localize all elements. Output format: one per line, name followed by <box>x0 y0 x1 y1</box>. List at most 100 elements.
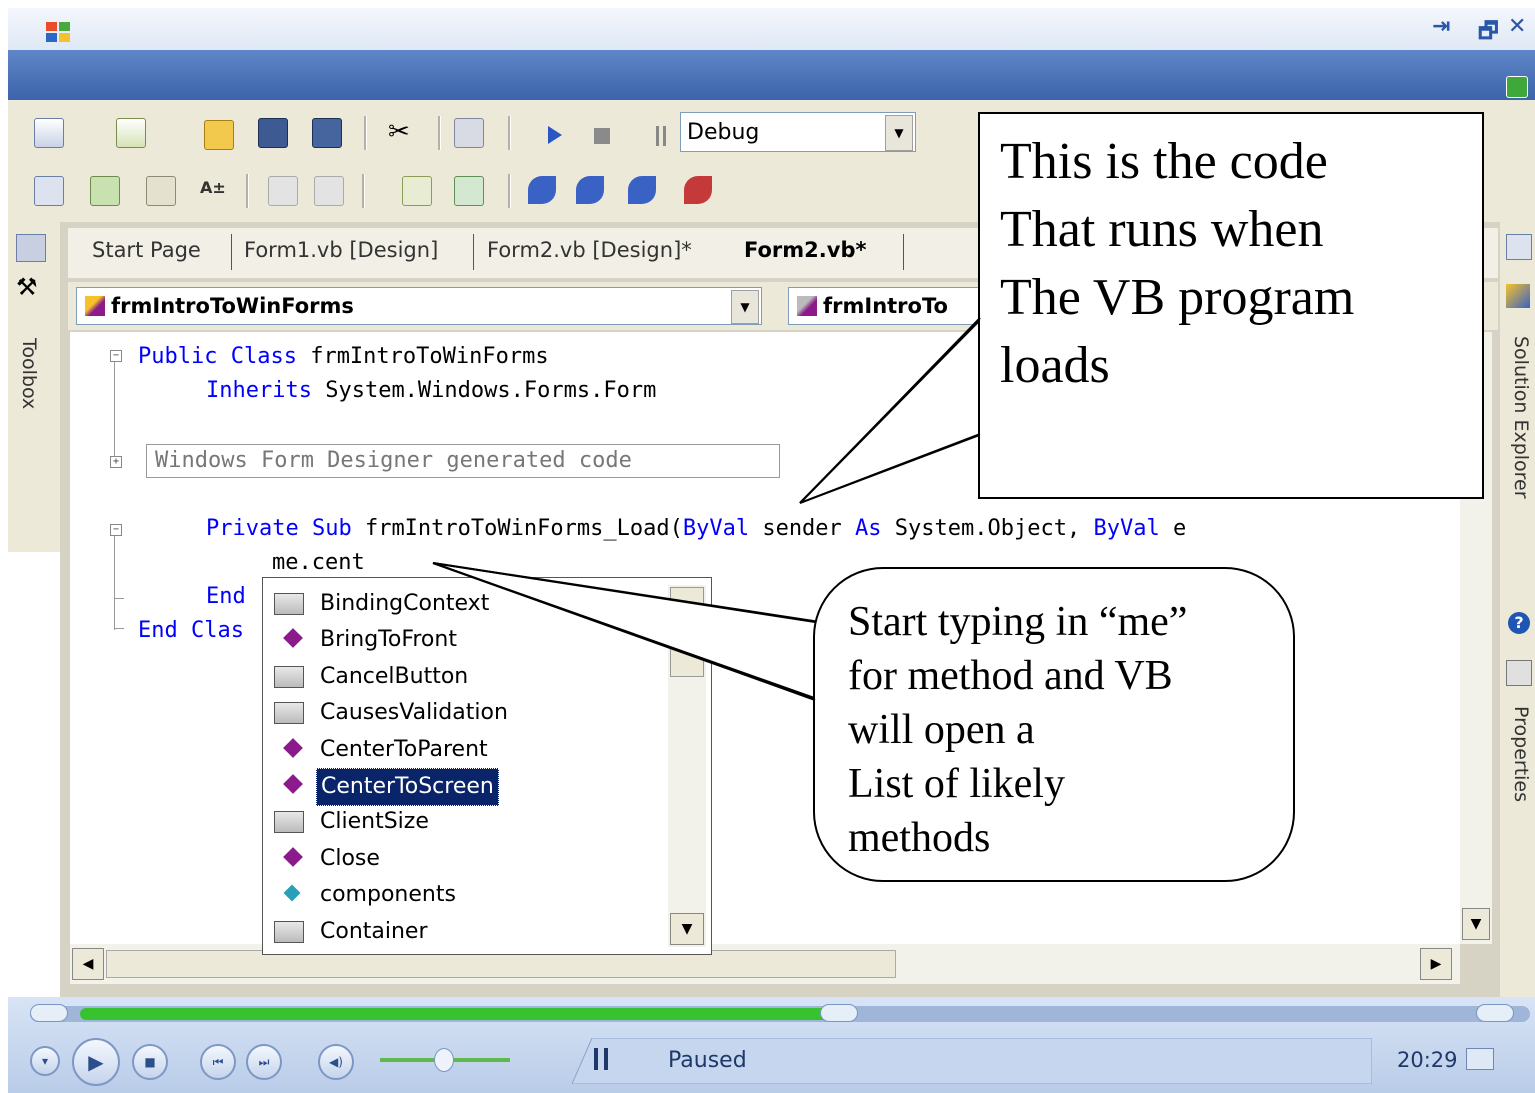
save-icon[interactable] <box>258 118 288 148</box>
restore-icon[interactable]: 🗗 <box>1478 14 1499 52</box>
close-icon[interactable]: ✕ <box>1508 14 1526 39</box>
scroll-right-icon[interactable]: ▶ <box>1420 948 1452 980</box>
code-line-class: Public Class frmIntroToWinForms <box>138 344 549 369</box>
intellisense-item[interactable]: components <box>270 877 666 913</box>
scroll-down-icon[interactable]: ▼ <box>670 913 704 945</box>
volume-thumb[interactable] <box>434 1048 454 1072</box>
seek-progress[interactable] <box>80 1008 850 1020</box>
property-icon <box>274 702 304 725</box>
class-view-icon[interactable] <box>34 176 64 206</box>
tab-start-page[interactable]: Start Page <box>92 238 201 262</box>
indent-icon[interactable] <box>268 176 298 206</box>
intellisense-item[interactable]: CausesValidation <box>270 695 666 731</box>
collapse-sub-toggle[interactable]: − <box>110 524 122 536</box>
expand-region-toggle[interactable]: + <box>110 456 122 468</box>
intellisense-item[interactable]: CenterToParent <box>270 732 666 768</box>
prev-bookmark-icon[interactable] <box>628 176 656 204</box>
intellisense-item[interactable]: ClientSize <box>270 804 666 840</box>
seek-thumb[interactable] <box>820 1004 858 1022</box>
intellisense-item-label: components <box>320 882 456 908</box>
clear-bookmarks-icon[interactable] <box>684 176 712 204</box>
intellisense-item-label: CenterToParent <box>320 736 488 762</box>
pause-icon[interactable] <box>656 126 666 146</box>
intellisense-item[interactable]: CancelButton <box>270 659 666 695</box>
font-size-icon[interactable]: A± <box>200 178 228 206</box>
chevron-down-icon[interactable]: ▼ <box>885 115 913 151</box>
next-bookmark-icon[interactable] <box>576 176 604 204</box>
solution-explorer-tab[interactable]: Solution Explorer <box>1510 336 1532 499</box>
field-icon <box>274 884 304 906</box>
class-select-value: frmIntroToWinForms <box>111 294 354 318</box>
stop-icon[interactable] <box>594 128 610 144</box>
comment-icon[interactable] <box>402 176 432 206</box>
pause-indicator-icon <box>594 1048 608 1070</box>
code-line-end-sub: End <box>206 584 246 609</box>
intellisense-item[interactable]: Container <box>270 914 666 950</box>
play-button[interactable]: ▶ <box>72 1038 120 1086</box>
code-line-inherits: Inherits System.Windows.Forms.Form <box>206 378 657 403</box>
solution-explorer-icon[interactable] <box>1506 234 1532 260</box>
outdent-icon[interactable] <box>314 176 344 206</box>
intellisense-item-label: Container <box>320 918 428 944</box>
add-item-icon[interactable] <box>116 118 146 148</box>
callout-intellisense-text: Start typing in “me” for method and VB w… <box>848 599 1188 861</box>
intellisense-scroll-thumb[interactable] <box>670 587 704 677</box>
fullscreen-icon[interactable] <box>1466 1048 1494 1070</box>
properties-icon[interactable] <box>1506 660 1532 686</box>
property-icon <box>274 665 304 688</box>
intellisense-item-label: Close <box>320 845 380 871</box>
class-view-tab-icon[interactable] <box>1506 284 1530 308</box>
object-browser-icon[interactable] <box>90 176 120 206</box>
save-all-icon[interactable] <box>312 118 342 148</box>
properties-tab[interactable]: Properties <box>1510 706 1532 802</box>
bookmark-icon[interactable] <box>528 176 556 204</box>
tab-form1-design[interactable]: Form1.vb [Design] <box>244 238 438 262</box>
help-icon[interactable]: ? <box>1508 612 1530 634</box>
intellisense-item[interactable]: BindingContext <box>270 586 666 622</box>
intellisense-item-label: CenterToScreen <box>316 768 499 806</box>
fast-forward-icon[interactable] <box>1476 1004 1514 1022</box>
server-explorer-icon[interactable] <box>16 234 46 262</box>
toolbox-icon[interactable]: ⚒ <box>16 274 44 300</box>
pin-icon[interactable]: ⇥ <box>1432 14 1450 39</box>
copy-icon[interactable] <box>454 118 484 148</box>
property-icon <box>274 811 304 834</box>
class-select[interactable]: frmIntroToWinForms ▼ <box>76 287 762 325</box>
cut-icon[interactable]: ✂ <box>388 118 416 146</box>
align-icon[interactable] <box>146 176 176 206</box>
scroll-down-icon[interactable]: ▼ <box>1462 908 1490 940</box>
intellisense-item[interactable]: BringToFront <box>270 622 666 658</box>
configuration-value: Debug <box>687 120 760 145</box>
uncomment-icon[interactable] <box>454 176 484 206</box>
property-icon <box>274 593 304 615</box>
collapsed-region[interactable]: Windows Form Designer generated code <box>146 444 780 478</box>
playback-status: Paused <box>668 1048 747 1073</box>
code-line-end-class: End Clas <box>138 618 244 643</box>
member-select[interactable]: frmIntroTo <box>788 287 988 325</box>
toolbox-tab[interactable]: Toolbox <box>18 338 40 409</box>
new-project-icon[interactable] <box>34 118 64 148</box>
rewind-icon[interactable] <box>30 1004 68 1022</box>
member-select-value: frmIntroTo <box>823 294 948 318</box>
start-icon[interactable] <box>548 126 562 144</box>
tab-form2-design[interactable]: Form2.vb [Design]* <box>487 238 692 262</box>
open-icon[interactable] <box>204 120 234 150</box>
previous-button[interactable]: ⏮ <box>200 1044 236 1080</box>
mute-button[interactable]: ◀) <box>318 1044 354 1080</box>
property-icon <box>274 920 304 943</box>
menu-strip <box>8 50 1535 100</box>
chevron-down-icon[interactable]: ▼ <box>731 290 759 324</box>
stop-button[interactable]: ■ <box>132 1044 168 1080</box>
tab-form2-code[interactable]: Form2.vb* <box>744 238 866 262</box>
next-button[interactable]: ⏭ <box>246 1044 282 1080</box>
class-icon <box>85 296 105 316</box>
collapse-class-toggle[interactable]: − <box>110 350 122 362</box>
shuffle-button[interactable]: ▾ <box>30 1046 60 1076</box>
intellisense-item[interactable]: Close <box>270 841 666 877</box>
configuration-select[interactable]: Debug ▼ <box>680 112 916 152</box>
code-line-typing: me.cent <box>272 550 365 575</box>
back-arrow-icon[interactable] <box>1506 76 1528 98</box>
code-line-sub: Private Sub frmIntroToWinForms_Load(ByVa… <box>206 516 1187 541</box>
scroll-left-icon[interactable]: ◀ <box>72 948 104 980</box>
intellisense-item[interactable]: CenterToScreen <box>270 768 666 806</box>
